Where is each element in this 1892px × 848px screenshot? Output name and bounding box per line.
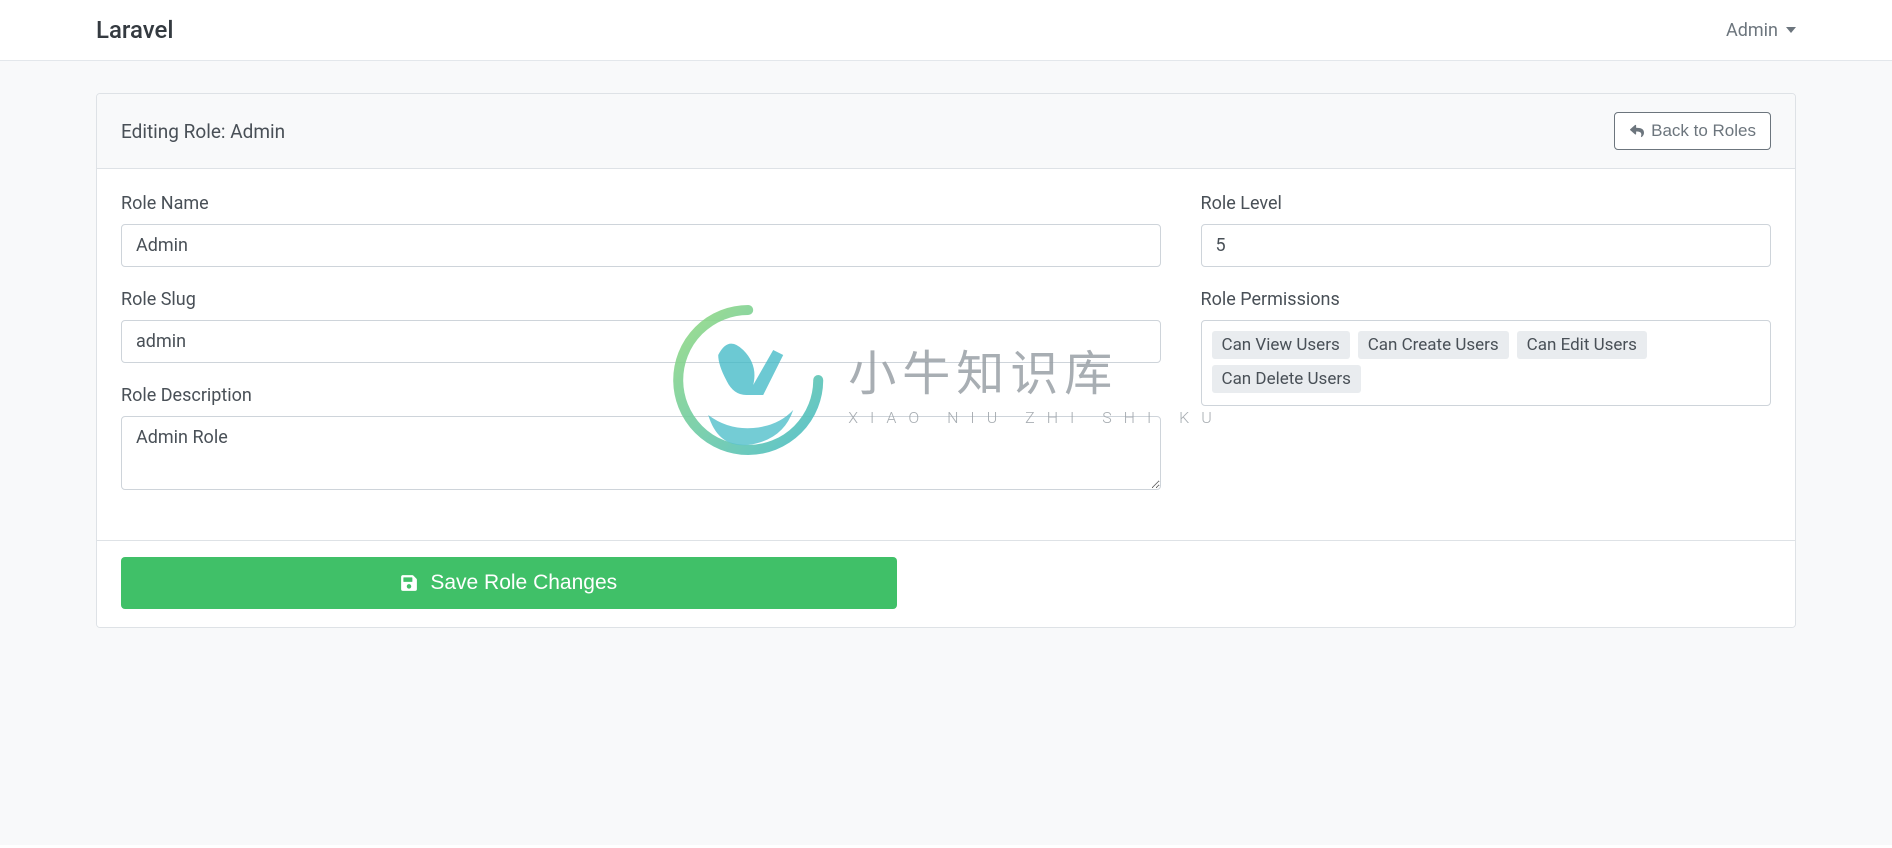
- role-description-label: Role Description: [121, 385, 1161, 406]
- role-permissions-label: Role Permissions: [1201, 289, 1772, 310]
- role-name-label: Role Name: [121, 193, 1161, 214]
- role-slug-label: Role Slug: [121, 289, 1161, 310]
- title-role: Admin: [230, 120, 285, 143]
- role-level-label: Role Level: [1201, 193, 1772, 214]
- reply-icon: [1629, 124, 1645, 138]
- role-slug-input[interactable]: [121, 320, 1161, 363]
- user-label: Admin: [1726, 20, 1778, 41]
- side-column: Role Level Role Permissions Can View Use…: [1201, 193, 1772, 516]
- save-button[interactable]: Save Role Changes: [121, 557, 897, 609]
- main-column: Role Name Role Slug Role Description: [121, 193, 1161, 516]
- role-description-input[interactable]: [121, 416, 1161, 490]
- permission-chip[interactable]: Can Edit Users: [1517, 331, 1647, 359]
- card-header: Editing Role: Admin Back to Roles: [97, 94, 1795, 169]
- navbar: Laravel Admin: [0, 0, 1892, 61]
- page-title: Editing Role: Admin: [121, 120, 285, 143]
- title-prefix: Editing Role:: [121, 120, 230, 143]
- save-icon: [400, 574, 418, 592]
- role-level-group: Role Level: [1201, 193, 1772, 267]
- back-button-label: Back to Roles: [1651, 121, 1756, 141]
- permission-chip[interactable]: Can View Users: [1212, 331, 1350, 359]
- user-dropdown[interactable]: Admin: [1726, 20, 1796, 41]
- role-name-input[interactable]: [121, 224, 1161, 267]
- caret-down-icon: [1786, 27, 1796, 33]
- role-level-input[interactable]: [1201, 224, 1772, 267]
- save-button-label: Save Role Changes: [430, 571, 617, 595]
- role-slug-group: Role Slug: [121, 289, 1161, 363]
- page-background: Editing Role: Admin Back to Roles Role N…: [0, 61, 1892, 845]
- role-permissions-group: Role Permissions Can View Users Can Crea…: [1201, 289, 1772, 406]
- permissions-box[interactable]: Can View Users Can Create Users Can Edit…: [1201, 320, 1772, 406]
- role-name-group: Role Name: [121, 193, 1161, 267]
- card-footer: Save Role Changes: [97, 540, 1795, 627]
- form-row: Role Name Role Slug Role Description Rol: [121, 193, 1771, 516]
- back-to-roles-button[interactable]: Back to Roles: [1614, 112, 1771, 150]
- brand[interactable]: Laravel: [96, 16, 173, 44]
- permission-chip[interactable]: Can Create Users: [1358, 331, 1509, 359]
- role-description-group: Role Description: [121, 385, 1161, 494]
- card-body: Role Name Role Slug Role Description Rol: [97, 169, 1795, 540]
- permission-chip[interactable]: Can Delete Users: [1212, 365, 1361, 393]
- edit-role-card: Editing Role: Admin Back to Roles Role N…: [96, 93, 1796, 628]
